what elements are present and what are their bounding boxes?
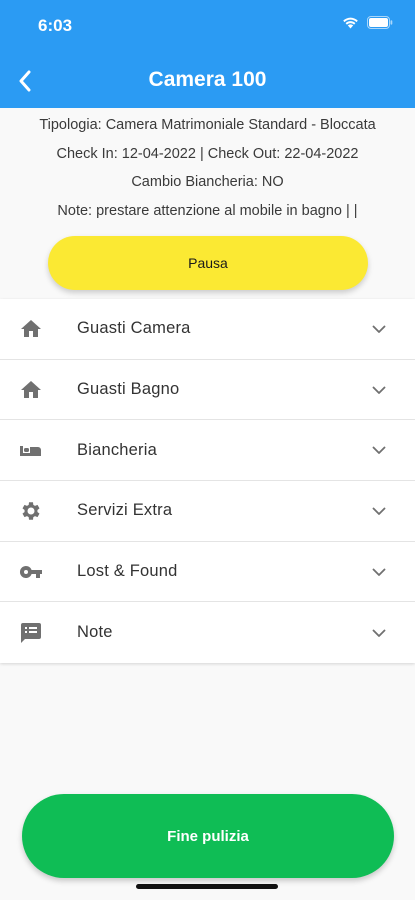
section-label: Lost & Found (77, 562, 178, 581)
notes-icon (21, 622, 41, 643)
room-type-text: Tipologia: Camera Matrimoniale Standard … (39, 117, 376, 133)
chevron-down-icon (372, 325, 386, 333)
section-servizi-extra[interactable]: Servizi Extra (0, 481, 415, 542)
finish-cleaning-button[interactable]: Fine pulizia (22, 794, 394, 878)
sections-list: Guasti Camera Guasti Bagno Biancheria Se… (0, 299, 415, 664)
key-icon (19, 565, 42, 578)
section-label: Guasti Camera (77, 319, 191, 338)
section-label: Servizi Extra (77, 501, 173, 520)
bed-icon (20, 446, 41, 457)
wifi-icon (342, 16, 359, 29)
home-indicator[interactable] (136, 884, 278, 889)
gear-icon (22, 502, 40, 520)
section-label: Biancheria (77, 440, 157, 459)
status-icons (342, 16, 393, 29)
home-icon (21, 380, 41, 398)
home-icon (21, 319, 41, 337)
section-label: Note (77, 623, 113, 642)
linen-change-text: Cambio Biancheria: NO (131, 174, 284, 190)
section-label: Guasti Bagno (77, 380, 180, 399)
section-biancheria[interactable]: Biancheria (0, 420, 415, 482)
chevron-down-icon (372, 446, 386, 455)
status-time: 6:03 (38, 16, 73, 35)
section-note[interactable]: Note (0, 602, 415, 663)
chevron-down-icon (372, 507, 386, 515)
section-guasti-bagno[interactable]: Guasti Bagno (0, 360, 415, 421)
chevron-down-icon (372, 568, 386, 576)
chevron-down-icon (372, 629, 386, 637)
battery-icon (367, 16, 393, 29)
check-dates-text: Check In: 12-04-2022 | Check Out: 22-04-… (56, 146, 359, 162)
section-guasti-camera[interactable]: Guasti Camera (0, 299, 415, 360)
page-title: Camera 100 (148, 68, 267, 91)
notes-text: Note: prestare attenzione al mobile in b… (57, 203, 358, 219)
chevron-down-icon (372, 386, 386, 394)
section-lost-found[interactable]: Lost & Found (0, 542, 415, 603)
pause-button[interactable]: Pausa (48, 236, 368, 290)
app-header: 6:03 Camera 100 (0, 0, 415, 108)
